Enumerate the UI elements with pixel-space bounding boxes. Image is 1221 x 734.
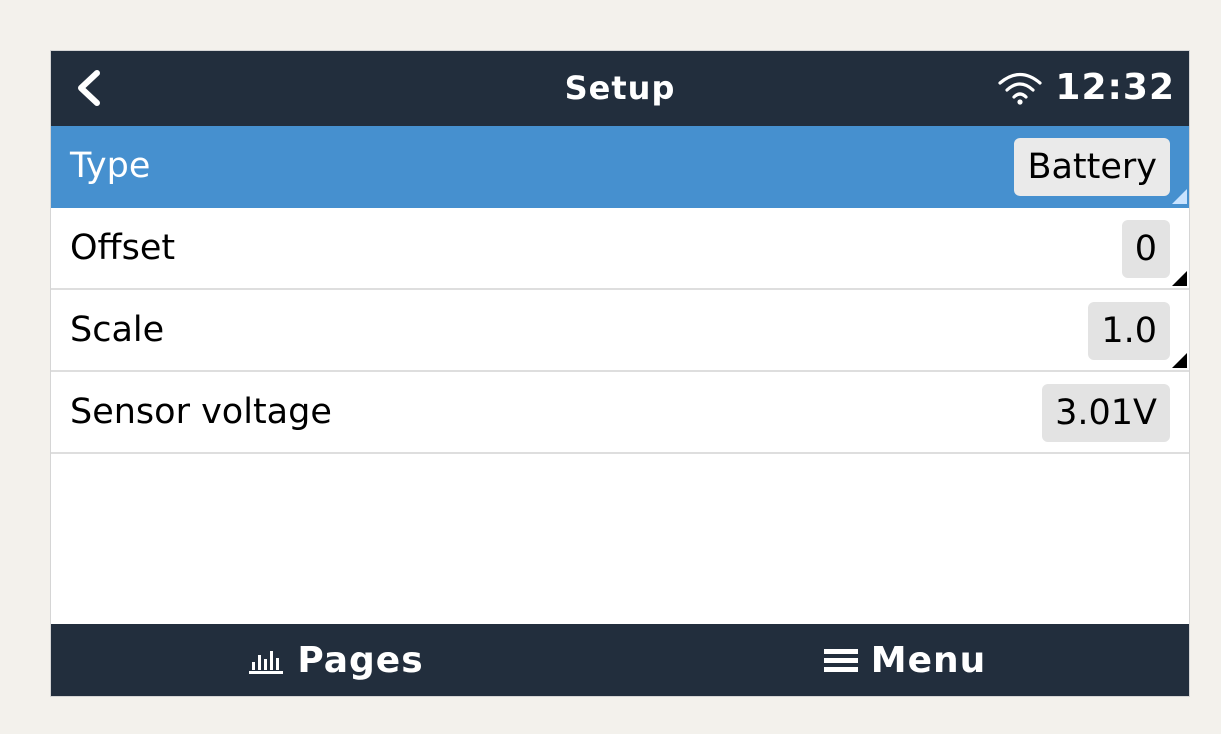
setting-value-box[interactable]: 0 (1121, 220, 1170, 278)
footer-bar: Pages Menu (51, 624, 1189, 696)
pages-button[interactable]: Pages (51, 624, 620, 696)
setting-row-sensor-voltage[interactable]: Sensor voltage 3.01V (51, 372, 1189, 454)
hamburger-menu-icon (823, 646, 859, 674)
setting-label: Offset (70, 228, 176, 268)
pages-label: Pages (297, 639, 424, 681)
status-area: 12:32 (997, 67, 1175, 108)
clock: 12:32 (1055, 67, 1175, 108)
wifi-icon (997, 70, 1043, 106)
setting-row-offset[interactable]: Offset 0 (51, 208, 1189, 290)
setting-row-scale[interactable]: Scale 1.0 (51, 290, 1189, 372)
device-screen: Setup 12:32 Type Battery Offset 0 Scale … (50, 50, 1190, 697)
menu-button[interactable]: Menu (620, 624, 1189, 696)
header-bar: Setup 12:32 (51, 51, 1189, 126)
setting-label: Type (70, 146, 151, 186)
settings-list: Type Battery Offset 0 Scale 1.0 Sensor v… (51, 126, 1189, 454)
edit-indicator-icon (1172, 189, 1187, 204)
setting-value-box[interactable]: 1.0 (1088, 302, 1170, 360)
menu-label: Menu (870, 639, 987, 681)
bar-chart-icon (247, 646, 285, 674)
setting-label: Sensor voltage (70, 392, 332, 432)
setting-value-box: 3.01V (1042, 384, 1170, 442)
edit-indicator-icon (1172, 271, 1187, 286)
edit-indicator-icon (1172, 353, 1187, 368)
setting-row-type[interactable]: Type Battery (51, 126, 1189, 208)
setting-value-box[interactable]: Battery (1014, 138, 1170, 196)
setting-label: Scale (70, 310, 165, 350)
